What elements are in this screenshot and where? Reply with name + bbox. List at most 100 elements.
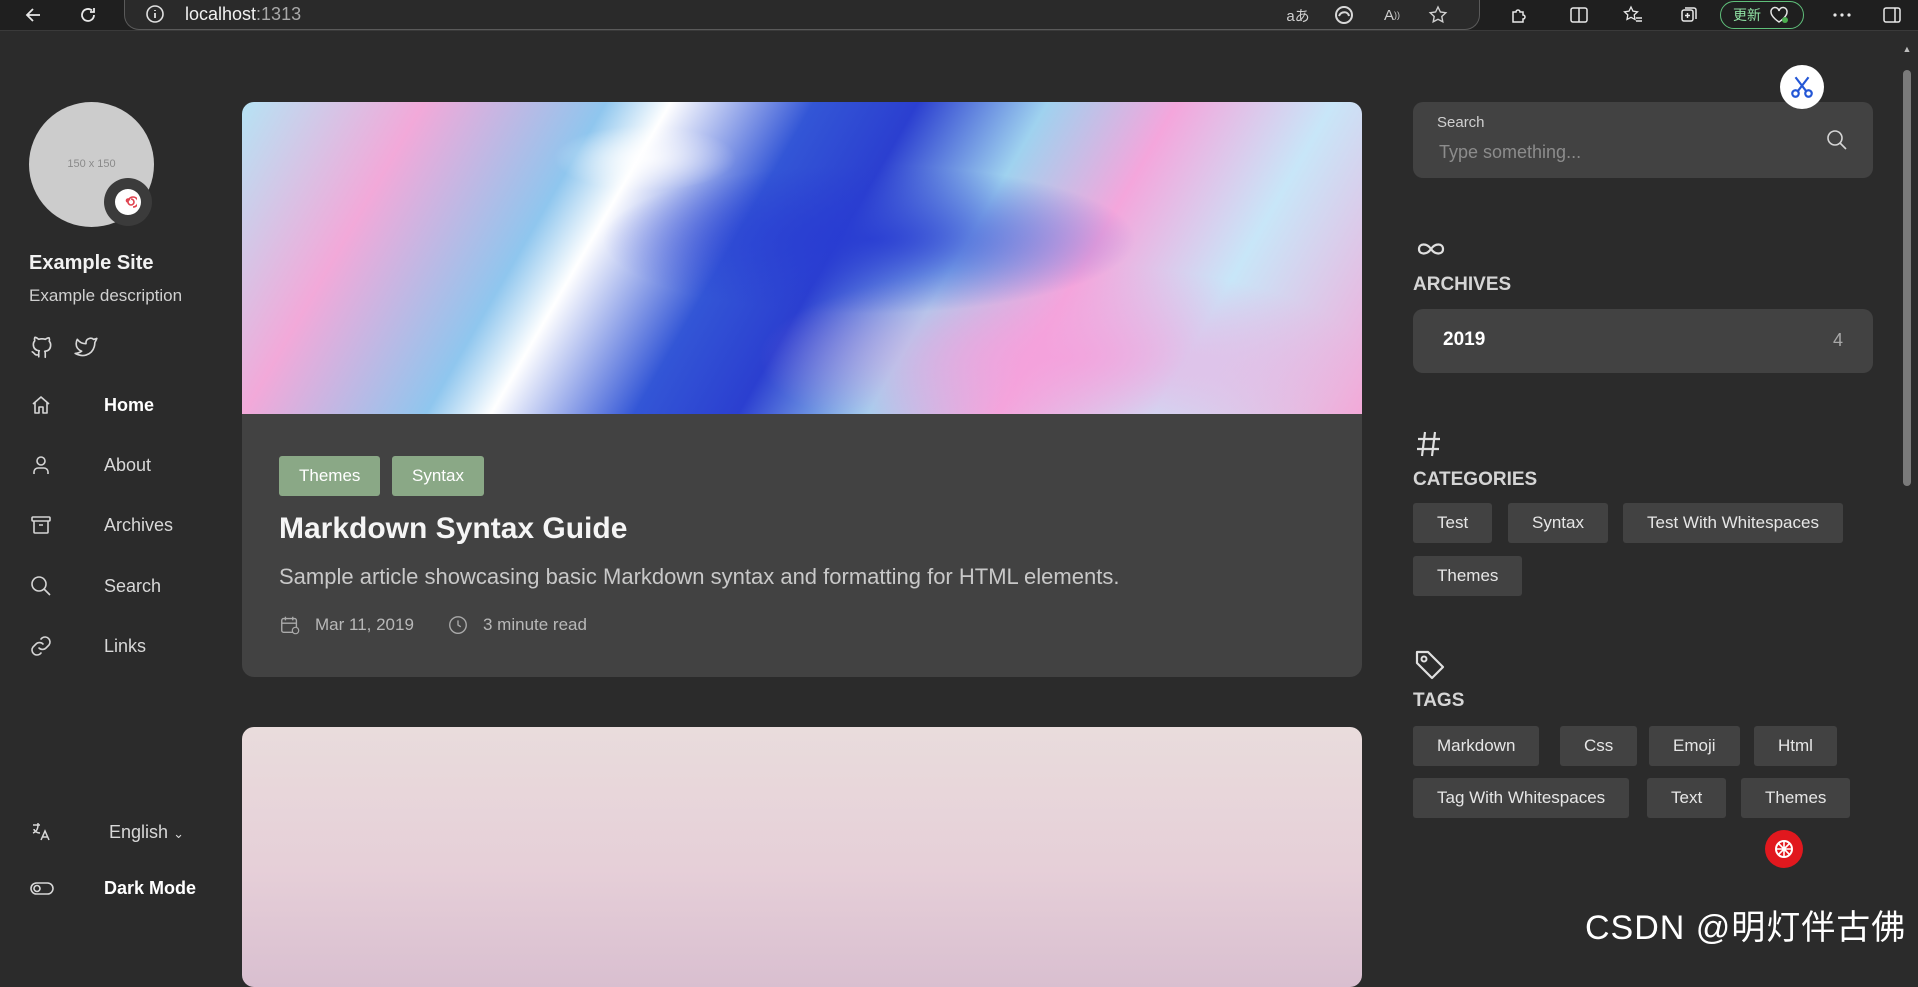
infinity-icon bbox=[1413, 238, 1449, 265]
archives-widget-title: ARCHIVES bbox=[1413, 274, 1512, 295]
categories-widget-title: CATEGORIES bbox=[1413, 469, 1538, 490]
language-value: English bbox=[109, 821, 169, 842]
menu-item-label: About bbox=[104, 454, 152, 475]
search-widget: Search bbox=[1413, 102, 1873, 178]
update-label: 更新 bbox=[1733, 7, 1761, 23]
menu-item-archives[interactable]: Archives bbox=[29, 509, 209, 541]
tag-chip-emoji[interactable]: Emoji bbox=[1649, 726, 1740, 766]
edge-extension-icon[interactable] bbox=[1331, 2, 1357, 28]
article-title[interactable]: Markdown Syntax Guide bbox=[279, 512, 627, 546]
article-cover-image[interactable] bbox=[242, 102, 1362, 414]
dark-mode-label: Dark Mode bbox=[104, 877, 197, 898]
update-button[interactable]: 更新 bbox=[1720, 1, 1804, 29]
sidebar-panel-icon bbox=[1882, 5, 1902, 25]
scrollbar-thumb[interactable] bbox=[1903, 70, 1911, 486]
more-dots-icon bbox=[1832, 12, 1852, 18]
archive-row-2019[interactable]: 2019 4 bbox=[1413, 309, 1873, 373]
archive-icon bbox=[29, 513, 55, 537]
translate-icon bbox=[29, 820, 53, 844]
browser-toolbar: localhost:1313 aあ A)) 更新 bbox=[0, 0, 1918, 31]
extensions-button[interactable] bbox=[1505, 3, 1533, 27]
url-host: localhost bbox=[185, 4, 257, 24]
menu-item-label: Home bbox=[104, 394, 155, 415]
menu-item-home[interactable]: Home bbox=[29, 389, 209, 421]
archive-count: 4 bbox=[1832, 330, 1843, 350]
menu-item-label: Archives bbox=[104, 514, 174, 535]
language-selector[interactable]: English ⌄ bbox=[29, 816, 209, 848]
url-text: localhost:1313 bbox=[185, 4, 301, 25]
archive-year: 2019 bbox=[1443, 329, 1486, 350]
article-category-themes[interactable]: Themes bbox=[279, 456, 381, 496]
search-icon bbox=[29, 574, 55, 598]
toggle-switch-icon bbox=[29, 876, 55, 900]
clock-icon bbox=[447, 614, 469, 636]
flower-logo-icon bbox=[1772, 837, 1796, 861]
site-description: Example description bbox=[29, 286, 183, 305]
site-title[interactable]: Example Site bbox=[29, 252, 154, 275]
translation-extension-button[interactable] bbox=[1765, 830, 1803, 868]
tag-chip-text[interactable]: Text bbox=[1647, 778, 1727, 818]
github-link[interactable] bbox=[29, 334, 57, 362]
collections-button[interactable] bbox=[1675, 3, 1703, 27]
twitter-link[interactable] bbox=[72, 334, 100, 362]
puzzle-icon bbox=[1509, 5, 1529, 25]
info-icon bbox=[145, 4, 165, 24]
url-port: :1313 bbox=[256, 4, 302, 24]
read-aloud-icon[interactable]: A)) bbox=[1379, 2, 1405, 28]
tag-chip-tag-with-whitespaces[interactable]: Tag With Whitespaces bbox=[1413, 778, 1630, 818]
watermark-text: CSDN @明灯伴古佛 bbox=[1585, 909, 1907, 947]
favorites-button[interactable] bbox=[1619, 3, 1647, 27]
home-icon bbox=[29, 393, 55, 417]
article-category-syntax[interactable]: Syntax bbox=[392, 456, 484, 496]
more-menu-button[interactable] bbox=[1828, 3, 1856, 27]
search-button[interactable] bbox=[1821, 124, 1853, 156]
github-icon bbox=[29, 334, 57, 360]
split-screen-button[interactable] bbox=[1565, 3, 1593, 27]
tag-chip-html[interactable]: Html bbox=[1754, 726, 1837, 766]
avatar-emoji-badge bbox=[104, 178, 152, 226]
category-chip-syntax[interactable]: Syntax bbox=[1508, 503, 1608, 543]
link-icon bbox=[29, 634, 55, 658]
search-label: Search bbox=[1437, 114, 1485, 131]
reload-button[interactable] bbox=[74, 3, 102, 27]
avatar-placeholder-text: 150 x 150 bbox=[67, 158, 116, 170]
hashtag-icon bbox=[1413, 428, 1445, 465]
tag-chip-markdown[interactable]: Markdown bbox=[1413, 726, 1540, 766]
category-chip-test-with-whitespaces[interactable]: Test With Whitespaces bbox=[1623, 503, 1843, 543]
menu-item-label: Search bbox=[104, 575, 162, 596]
tag-chip-themes[interactable]: Themes bbox=[1741, 778, 1851, 818]
tag-chip-css[interactable]: Css bbox=[1560, 726, 1638, 766]
spiral-icon bbox=[115, 189, 141, 215]
search-input[interactable] bbox=[1437, 136, 1811, 168]
chevron-down-icon: ⌄ bbox=[173, 825, 184, 841]
split-screen-icon bbox=[1569, 5, 1589, 25]
user-icon bbox=[29, 453, 55, 477]
menu-item-label: Links bbox=[104, 635, 147, 656]
category-chip-test[interactable]: Test bbox=[1413, 503, 1493, 543]
collections-icon bbox=[1679, 5, 1699, 25]
article-reading-time: 3 minute read bbox=[447, 614, 587, 636]
sidebar-toggle-button[interactable] bbox=[1878, 3, 1906, 27]
tag-icon bbox=[1413, 648, 1447, 687]
read-aloud-translate-icon[interactable]: aあ bbox=[1285, 2, 1311, 28]
screenshot-tool-button[interactable] bbox=[1780, 65, 1824, 109]
menu-item-search[interactable]: Search bbox=[29, 570, 209, 602]
tags-widget-title: TAGS bbox=[1413, 690, 1465, 711]
category-chip-themes[interactable]: Themes bbox=[1413, 556, 1523, 596]
heart-pulse-icon bbox=[1769, 6, 1789, 24]
next-article-cover-image[interactable] bbox=[242, 727, 1362, 987]
dark-mode-toggle[interactable]: Dark Mode bbox=[29, 872, 229, 904]
scissors-icon bbox=[1789, 74, 1815, 100]
article-excerpt: Sample article showcasing basic Markdown… bbox=[279, 564, 1120, 589]
reload-icon bbox=[78, 5, 98, 25]
address-bar[interactable]: localhost:1313 aあ A)) bbox=[124, 0, 1480, 30]
back-button[interactable] bbox=[20, 3, 48, 27]
article-reading-time-text: 3 minute read bbox=[483, 615, 587, 634]
favorite-star-icon[interactable] bbox=[1425, 2, 1451, 28]
menu-item-links[interactable]: Links bbox=[29, 630, 209, 662]
calendar-icon bbox=[279, 614, 301, 636]
twitter-icon bbox=[72, 334, 100, 360]
arrow-left-icon bbox=[24, 5, 44, 25]
scroll-up-arrow-icon[interactable]: ▲ bbox=[1902, 44, 1912, 54]
menu-item-about[interactable]: About bbox=[29, 449, 209, 481]
